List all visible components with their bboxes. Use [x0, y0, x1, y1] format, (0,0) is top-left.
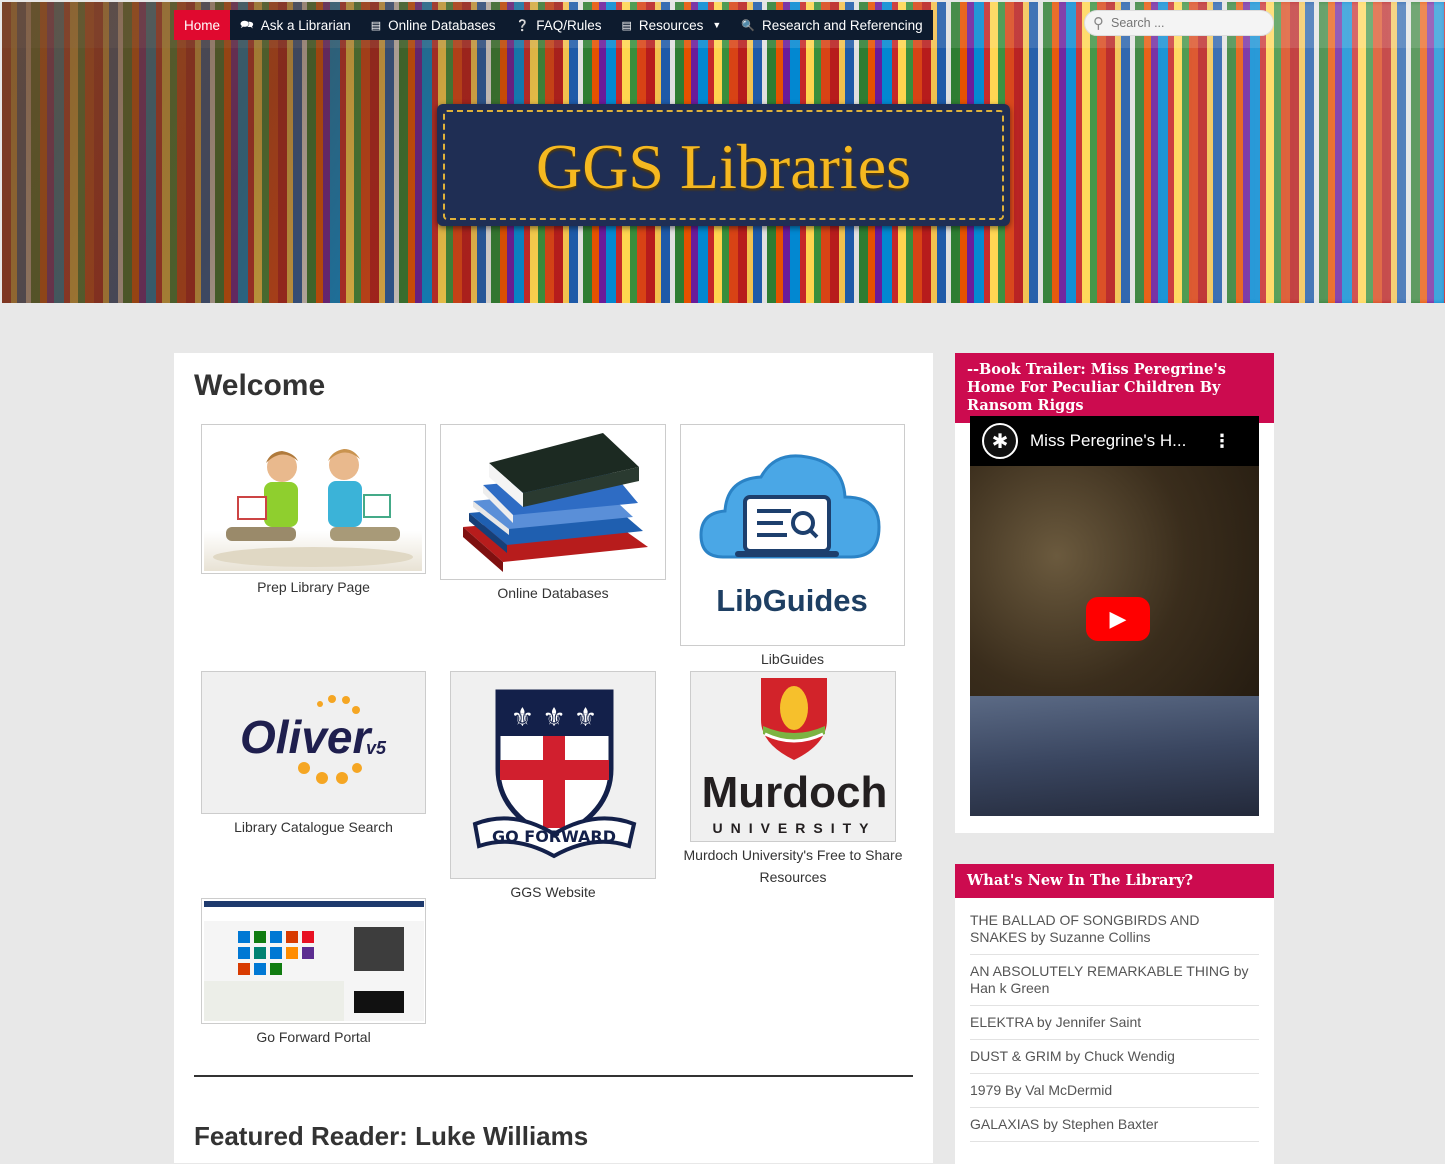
- tile-prep-library[interactable]: Prep Library Page: [201, 424, 426, 598]
- chat-icon: 🗪: [240, 18, 254, 31]
- nav-ask-librarian-label: Ask a Librarian: [260, 17, 351, 33]
- ggs-motto: GO FORWARD: [492, 827, 616, 846]
- tile-go-forward-portal[interactable]: Go Forward Portal: [201, 898, 426, 1048]
- oliver-logo: Oliver v5: [204, 674, 425, 811]
- news-item[interactable]: AN ABSOLUTELY REMARKABLE THING by Han k …: [970, 955, 1259, 1006]
- nav-ask-librarian[interactable]: 🗪 Ask a Librarian: [230, 10, 361, 40]
- search-icon: ⚲: [1093, 14, 1104, 32]
- tile-murdoch[interactable]: Murdoch UNIVERSITY Murdoch University's …: [682, 671, 904, 888]
- libguides-logo: LibGuides: [683, 427, 901, 643]
- tile-libguides[interactable]: LibGuides LibGuides: [680, 424, 905, 670]
- tile-caption[interactable]: Library Catalogue Search: [201, 816, 426, 838]
- portal-screenshot-image: [204, 901, 424, 1021]
- section-divider: [194, 1075, 913, 1077]
- news-item[interactable]: GALAXIAS by Stephen Baxter: [970, 1108, 1259, 1142]
- tile-image-frame[interactable]: [440, 424, 666, 580]
- list-icon: ▤: [621, 19, 632, 32]
- main-content: Welcome Prep Library Page Online Databas…: [174, 353, 933, 1163]
- news-list: THE BALLAD OF SONGBIRDS AND SNAKES by Su…: [955, 898, 1274, 1142]
- svg-text:⚜ ⚜ ⚜: ⚜ ⚜ ⚜: [511, 703, 597, 733]
- tile-image-frame[interactable]: Oliver v5: [201, 671, 426, 814]
- nav-online-databases[interactable]: ▤ Online Databases: [361, 10, 506, 40]
- tile-image-frame[interactable]: [201, 898, 426, 1024]
- tile-library-catalogue[interactable]: Oliver v5 Library Catalogue Search: [201, 671, 426, 838]
- video-title[interactable]: Miss Peregrine's H...: [1030, 431, 1213, 451]
- question-icon: ❔: [515, 19, 530, 32]
- chevron-down-icon: ▼: [712, 20, 722, 30]
- video-title-bar: ✱ Miss Peregrine's H... ⋮: [970, 416, 1259, 466]
- tile-caption[interactable]: LibGuides: [680, 648, 905, 670]
- channel-avatar-icon[interactable]: ✱: [982, 423, 1018, 459]
- bookshelf-blur: [945, 2, 1445, 303]
- search-box: ⚲: [1084, 10, 1274, 36]
- nav-faq-rules[interactable]: ❔ FAQ/Rules: [506, 10, 612, 40]
- news-widget: What's New In The Library? THE BALLAD OF…: [955, 864, 1274, 1164]
- tile-online-databases[interactable]: Online Databases: [440, 424, 666, 604]
- news-item[interactable]: DUST & GRIM by Chuck Wendig: [970, 1040, 1259, 1074]
- nav-research-referencing[interactable]: 🔍 Research and Referencing: [731, 10, 932, 40]
- news-item[interactable]: THE BALLAD OF SONGBIRDS AND SNAKES by Su…: [970, 898, 1259, 955]
- nav-home[interactable]: Home: [174, 10, 231, 40]
- tile-ggs-website[interactable]: ⚜ ⚜ ⚜ GO FORWARD GGS Website: [450, 671, 656, 903]
- tile-image-frame[interactable]: Murdoch UNIVERSITY: [690, 671, 896, 842]
- murdoch-logo-text: Murdoch: [701, 768, 888, 817]
- search-icon: 🔍: [741, 19, 756, 32]
- main-nav: Home 🗪 Ask a Librarian ▤ Online Database…: [174, 10, 933, 40]
- oliver-dots-icon: [298, 695, 362, 784]
- tile-caption[interactable]: Murdoch University's Free to Share Resou…: [682, 844, 904, 888]
- video-widget-title: --Book Trailer: Miss Peregrine's Home Fo…: [955, 353, 1274, 423]
- featured-reader-title: Featured Reader: Luke Williams: [194, 1121, 589, 1151]
- nav-resources-label: Resources: [638, 17, 704, 33]
- tile-caption[interactable]: Go Forward Portal: [201, 1026, 426, 1048]
- video-widget: --Book Trailer: Miss Peregrine's Home Fo…: [955, 353, 1274, 833]
- ggs-crest-image: ⚜ ⚜ ⚜ GO FORWARD: [453, 674, 655, 876]
- book-stack-image: [443, 427, 665, 577]
- tile-image-frame[interactable]: ⚜ ⚜ ⚜ GO FORWARD: [450, 671, 656, 879]
- video-scene-bed: [970, 696, 1259, 816]
- play-button-icon[interactable]: ▶: [1086, 597, 1150, 641]
- news-item[interactable]: 1979 By Val McDermid: [970, 1074, 1259, 1108]
- nav-online-databases-label: Online Databases: [388, 17, 496, 33]
- nav-faq-rules-label: FAQ/Rules: [536, 17, 602, 33]
- page-title: Welcome: [194, 369, 326, 402]
- murdoch-logo-sub: UNIVERSITY: [712, 820, 877, 836]
- murdoch-logo: Murdoch UNIVERSITY: [693, 674, 895, 839]
- youtube-player[interactable]: ✱ Miss Peregrine's H... ⋮ ▶: [970, 416, 1259, 816]
- tile-caption[interactable]: Prep Library Page: [201, 576, 426, 598]
- tile-caption[interactable]: Online Databases: [440, 582, 666, 604]
- libguides-logo-text: LibGuides: [716, 583, 868, 618]
- tile-image-frame[interactable]: LibGuides: [680, 424, 905, 646]
- database-icon: ▤: [370, 19, 382, 32]
- search-input[interactable]: [1109, 15, 1263, 31]
- nav-research-referencing-label: Research and Referencing: [762, 17, 923, 33]
- tile-image-frame[interactable]: [201, 424, 426, 574]
- site-logo[interactable]: GGS Libraries: [437, 104, 1010, 226]
- news-widget-title: What's New In The Library?: [955, 864, 1274, 898]
- more-options-icon[interactable]: ⋮: [1213, 431, 1231, 452]
- nav-resources[interactable]: ▤ Resources ▼: [611, 10, 731, 40]
- news-item[interactable]: ELEKTRA by Jennifer Saint: [970, 1006, 1259, 1040]
- site-logo-text: GGS Libraries: [535, 131, 912, 202]
- nav-home-label: Home: [184, 17, 221, 33]
- tile-caption[interactable]: GGS Website: [450, 881, 656, 903]
- reading-kids-image: [204, 427, 422, 571]
